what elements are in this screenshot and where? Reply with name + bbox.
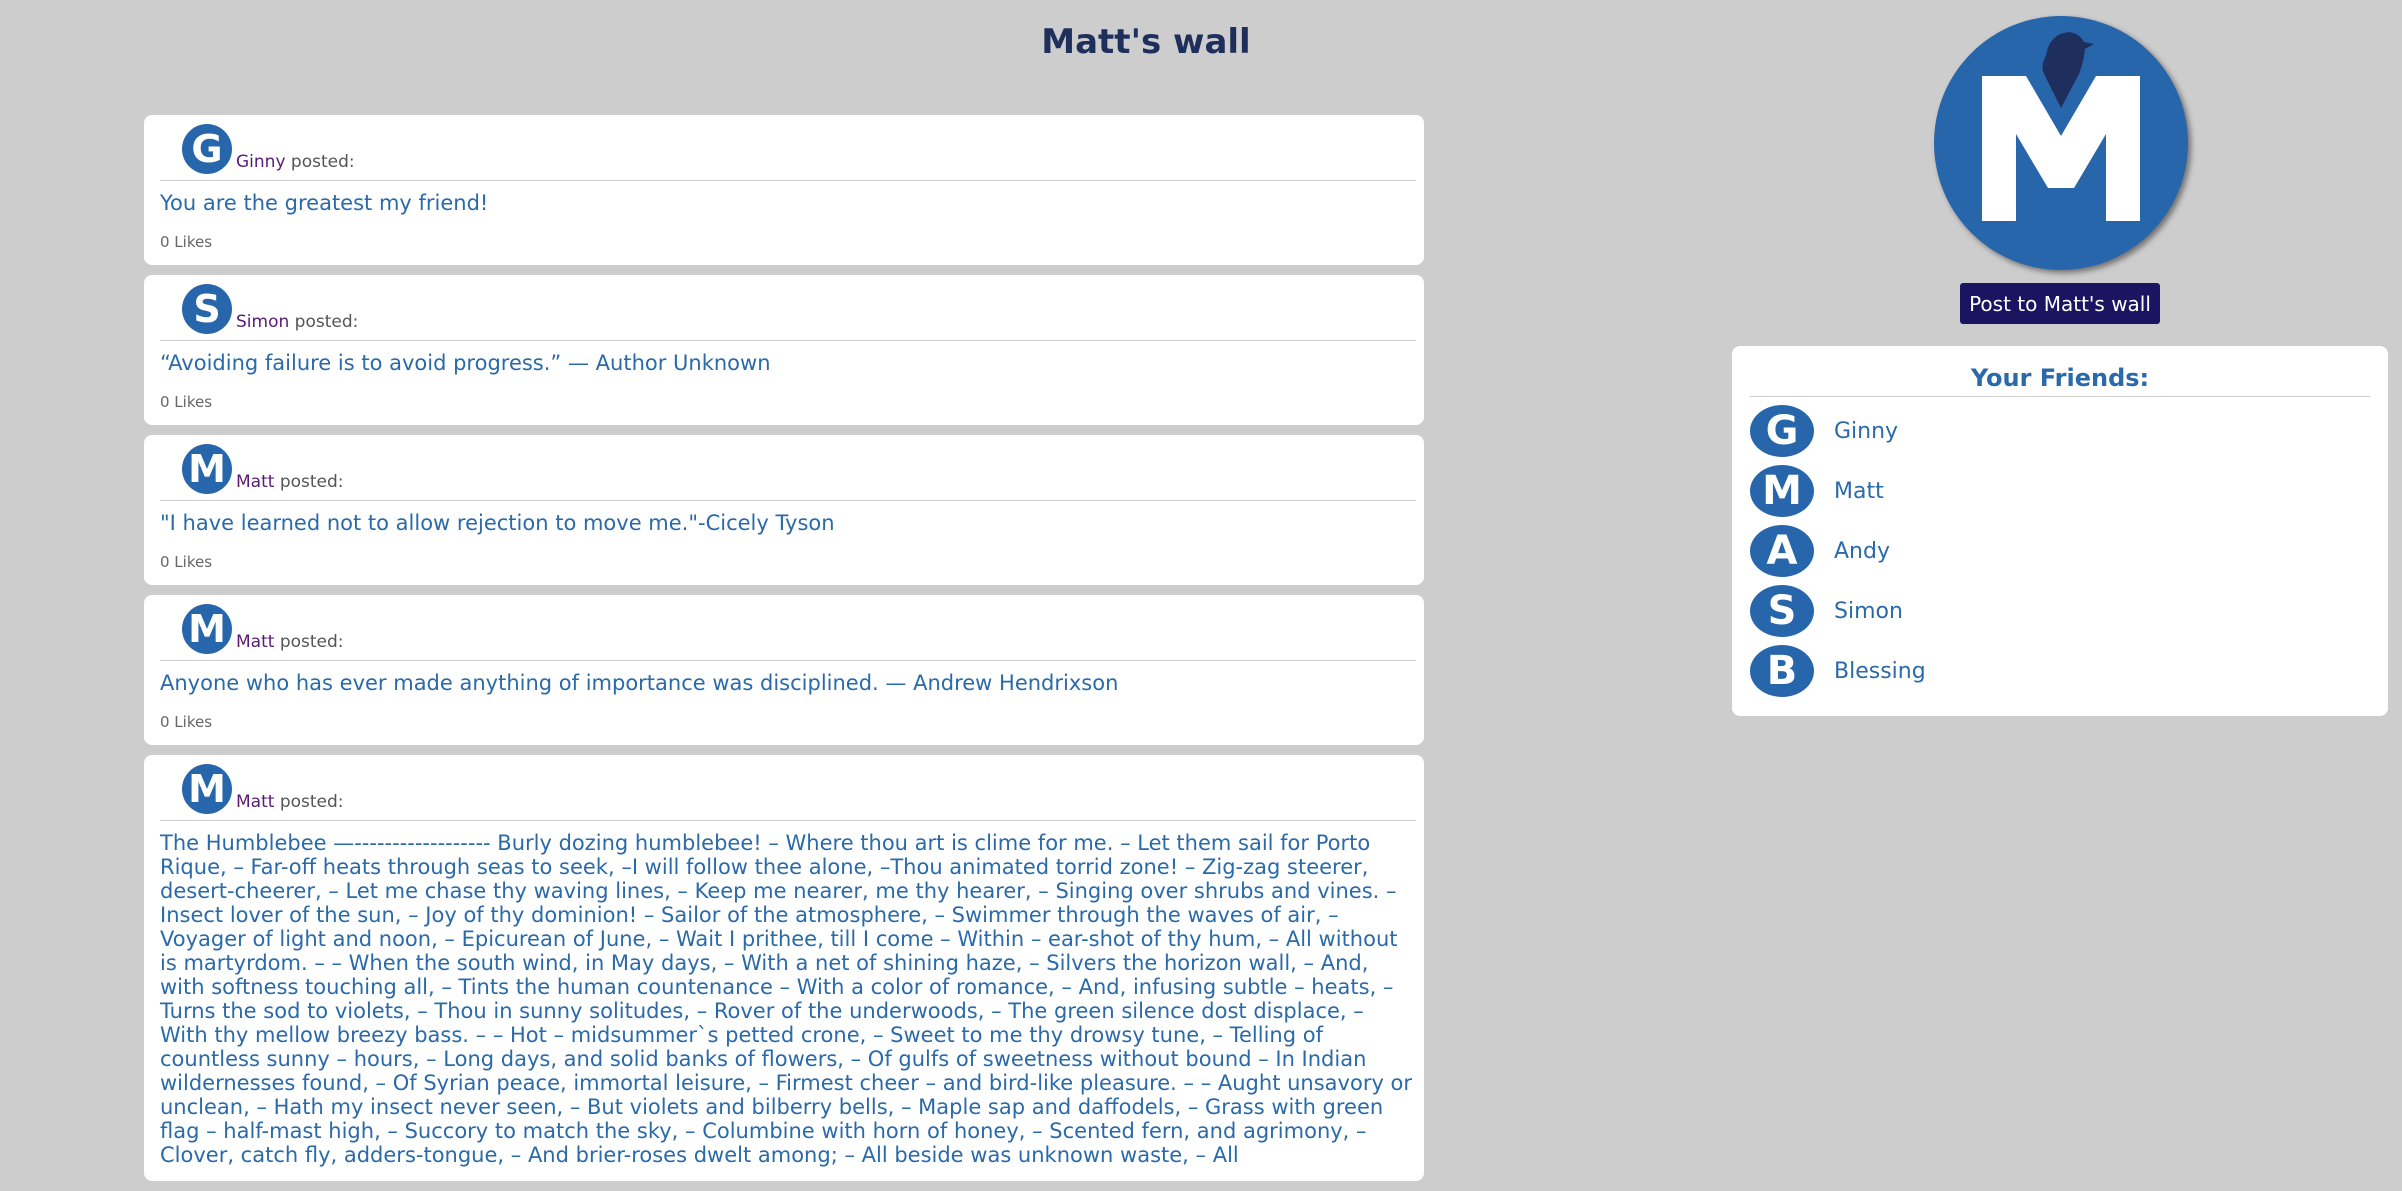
avatar-initial: S [1767,588,1797,634]
post-likes[interactable]: 0 Likes [160,713,1416,731]
friend-avatar: M [1750,465,1814,517]
post-likes[interactable]: 0 Likes [160,393,1416,411]
friend-avatar: B [1750,645,1814,697]
post-content: You are the greatest my friend! [160,191,489,215]
friends-divider [1750,396,2370,397]
author-avatar[interactable]: M [182,764,232,814]
post-author-link[interactable]: Matt [236,792,274,812]
friend-avatar: A [1750,525,1814,577]
post-content: “Avoiding failure is to avoid progress.”… [160,351,771,375]
post-divider [160,180,1416,181]
friend-avatar: G [1750,405,1814,457]
post-card: M Matt posted: "I have learned not to al… [144,435,1424,585]
post-card: S Simon posted: “Avoiding failure is to … [144,275,1424,425]
wall-feed: G Ginny posted: You are the greatest my … [144,115,1424,1191]
friend-item-matt[interactable]: M Matt [1750,461,2370,521]
post-author-line: Simon posted: [236,312,358,332]
post-content: Anyone who has ever made anything of imp… [160,671,1119,695]
post-divider [160,660,1416,661]
post-divider [160,340,1416,341]
post-divider [160,820,1416,821]
post-likes[interactable]: 0 Likes [160,233,1416,251]
author-avatar[interactable]: G [182,124,232,174]
post-author-line: Ginny posted: [236,152,355,172]
avatar-initial: G [1765,408,1799,454]
friend-name[interactable]: Matt [1834,479,1884,504]
author-avatar[interactable]: S [182,284,232,334]
friends-title: Your Friends: [1970,364,2150,392]
friend-name[interactable]: Ginny [1834,419,1898,444]
post-card: G Ginny posted: You are the greatest my … [144,115,1424,265]
profile-logo-icon [1982,32,2140,221]
friend-name[interactable]: Simon [1834,599,1903,624]
post-card: M Matt posted: The Humblebee —----------… [144,755,1424,1181]
post-author-link[interactable]: Ginny [236,152,286,172]
post-header: M Matt posted: [160,444,1416,494]
post-author-link[interactable]: Matt [236,632,274,652]
post-content: "I have learned not to allow rejection t… [160,511,835,535]
post-likes[interactable]: 0 Likes [160,553,1416,571]
posted-label: posted: [290,152,355,172]
friend-item-simon[interactable]: S Simon [1750,581,2370,641]
post-content: The Humblebee —------------------ Burly … [160,831,1413,1167]
posted-label: posted: [279,472,344,492]
post-header: G Ginny posted: [160,124,1416,174]
avatar-initial: G [191,127,223,171]
avatar-initial: M [188,447,226,491]
friend-item-blessing[interactable]: B Blessing [1750,641,2370,701]
page-title: Matt's wall [1041,22,1251,62]
post-divider [160,500,1416,501]
avatar-initial: S [193,287,221,331]
friend-avatar: S [1750,585,1814,637]
posted-label: posted: [279,632,344,652]
avatar-initial: B [1766,648,1798,694]
post-author-line: Matt posted: [236,472,344,492]
post-author-link[interactable]: Matt [236,472,274,492]
author-avatar[interactable]: M [182,604,232,654]
friend-name[interactable]: Andy [1834,539,1890,564]
avatar-initial: A [1766,528,1798,574]
avatar-initial: M [188,607,226,651]
avatar-initial: M [188,767,226,811]
friends-panel: Your Friends: G Ginny M Matt A Andy S Si… [1732,346,2388,716]
profile-avatar [1934,16,2188,270]
post-header: S Simon posted: [160,284,1416,334]
friend-item-andy[interactable]: A Andy [1750,521,2370,581]
posted-label: posted: [279,792,344,812]
post-author-line: Matt posted: [236,632,344,652]
posted-label: posted: [294,312,359,332]
post-to-wall-button[interactable]: Post to Matt's wall [1960,283,2160,324]
author-avatar[interactable]: M [182,444,232,494]
post-header: M Matt posted: [160,764,1416,814]
friend-item-ginny[interactable]: G Ginny [1750,401,2370,461]
post-card: M Matt posted: Anyone who has ever made … [144,595,1424,745]
post-author-link[interactable]: Simon [236,312,289,332]
post-author-line: Matt posted: [236,792,344,812]
post-header: M Matt posted: [160,604,1416,654]
friend-name[interactable]: Blessing [1834,659,1926,684]
avatar-initial: M [1762,468,1802,514]
